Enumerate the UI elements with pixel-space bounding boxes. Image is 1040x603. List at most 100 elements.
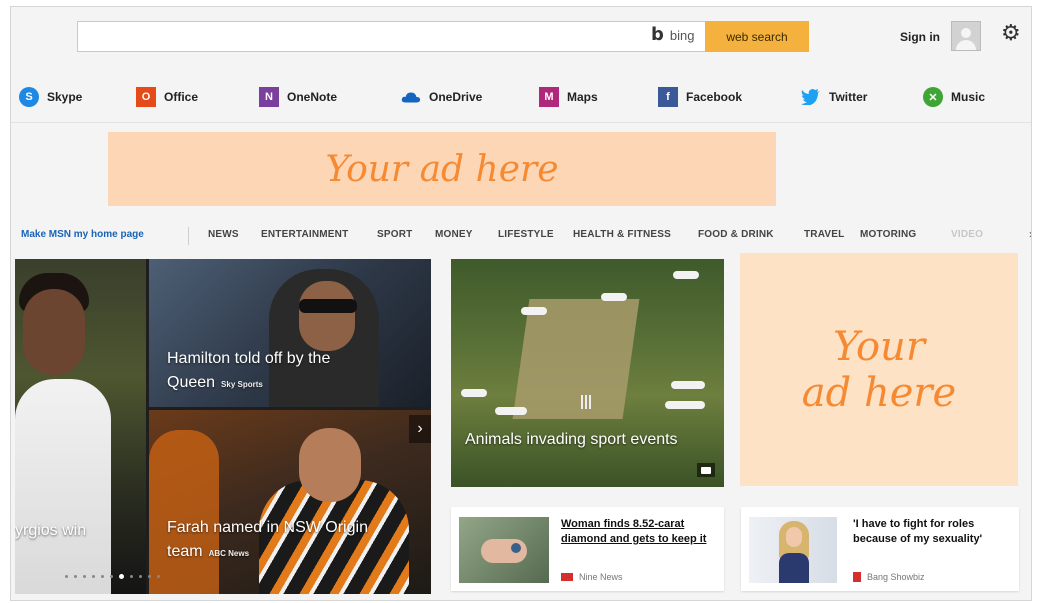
news-source-label: Nine News [579, 572, 623, 582]
news-headline[interactable]: 'I have to fight for roles because of my… [853, 517, 1013, 547]
facebook-icon: f [658, 87, 678, 107]
carousel-dot[interactable] [74, 575, 77, 578]
hero-headline: Queen [167, 374, 216, 391]
hero-image [23, 289, 85, 375]
bing-logo: b bing [651, 26, 694, 44]
web-search-button[interactable]: web search [705, 21, 809, 52]
hero-headline: team [167, 543, 203, 560]
carousel-dot[interactable] [92, 575, 95, 578]
hero-tile-kyrgios[interactable]: yrgios win [15, 259, 146, 594]
quicklink-onedrive[interactable]: OneDrive [401, 87, 482, 107]
nav-item-lifestyle[interactable]: LIFESTYLE [498, 229, 554, 240]
tile-image [495, 407, 527, 415]
nav-item-entertainment[interactable]: ENTERTAINMENT [261, 229, 348, 240]
quicklink-label: OneNote [287, 90, 338, 104]
news-card[interactable]: 'I have to fight for roles because of my… [741, 507, 1019, 591]
ad-text-line: Your [833, 323, 925, 370]
tile-image [581, 395, 583, 409]
ad-banner-top[interactable]: Your ad here [108, 132, 776, 206]
onedrive-icon [401, 87, 421, 107]
carousel-dot[interactable] [83, 575, 86, 578]
carousel-dot[interactable] [110, 575, 113, 578]
quicklink-label: Skype [47, 90, 83, 104]
carousel-dot[interactable] [130, 575, 133, 578]
hero-carousel: yrgios win Hamilton told off by the Quee… [15, 259, 431, 594]
office-icon: O [136, 87, 156, 107]
quicklink-onenote[interactable]: N OneNote [259, 87, 337, 107]
maps-icon: M [539, 87, 559, 107]
quicklink-label: OneDrive [429, 90, 483, 104]
news-thumbnail [459, 517, 549, 583]
tile-image [512, 299, 640, 419]
news-source: Bang Showbiz [853, 572, 925, 582]
quicklink-office[interactable]: O Office [136, 87, 198, 107]
hero-image [299, 281, 355, 351]
carousel-dot[interactable] [101, 575, 104, 578]
thumbnail-image [779, 553, 809, 583]
news-headline[interactable]: Woman finds 8.52-carat diamond and gets … [561, 517, 713, 547]
carousel-dot[interactable] [119, 574, 124, 579]
sign-in-link[interactable]: Sign in [900, 30, 940, 44]
quicklink-maps[interactable]: M Maps [539, 87, 598, 107]
bing-icon: b [651, 24, 664, 45]
ad-banner-side[interactable]: Your ad here [740, 253, 1018, 486]
msn-homepage: b bing web search Sign in ⚙ S Skype O Of… [10, 6, 1032, 601]
nine-news-logo-icon [561, 573, 573, 581]
thumbnail-image [786, 527, 802, 547]
hero-caption-kyrgios: yrgios win [15, 522, 87, 539]
avatar[interactable] [951, 21, 981, 51]
tile-animals-sport[interactable]: Animals invading sport events [451, 259, 724, 487]
ad-text: Your ad here [325, 148, 559, 190]
hero-headline: Hamilton told off by the [167, 350, 331, 367]
quicklink-label: Twitter [829, 90, 868, 104]
nav-item-money[interactable]: MONEY [435, 229, 473, 240]
carousel-dot[interactable] [139, 575, 142, 578]
hero-caption-farah: Farah named in NSW Origin team ABC News [167, 516, 368, 566]
nav-item-food-drink[interactable]: FOOD & DRINK [698, 229, 774, 240]
nav-item-travel[interactable]: TRAVEL [804, 229, 844, 240]
hero-tile-hamilton[interactable]: Hamilton told off by the Queen Sky Sports [149, 259, 431, 407]
quicklinks-bar: S Skype O Office N OneNote OneDrive M Ma… [11, 83, 1031, 123]
hero-image [299, 428, 361, 502]
news-card[interactable]: Woman finds 8.52-carat diamond and gets … [451, 507, 724, 591]
quicklink-music[interactable]: ✕ Music [923, 87, 985, 107]
hero-caption-hamilton: Hamilton told off by the Queen Sky Sports [167, 347, 330, 397]
tile-image [671, 381, 705, 389]
bing-label: bing [669, 27, 695, 43]
hero-image [15, 379, 111, 594]
tile-image [461, 389, 487, 397]
carousel-next-chevron-icon[interactable]: › [409, 415, 431, 443]
tile-image [601, 293, 627, 301]
quicklink-skype[interactable]: S Skype [19, 87, 82, 107]
xbox-music-icon: ✕ [923, 87, 943, 107]
quicklink-label: Maps [567, 90, 598, 104]
nav-item-health-fitness[interactable]: HEALTH & FITNESS [573, 229, 671, 240]
nav-more-chevron-icon[interactable]: › [1029, 227, 1031, 241]
nav-item-sport[interactable]: SPORT [377, 229, 412, 240]
thumbnail-image [481, 539, 527, 563]
news-source: Nine News [561, 572, 623, 582]
make-homepage-link[interactable]: Make MSN my home page [21, 229, 144, 240]
tile-caption: Animals invading sport events [465, 431, 678, 448]
hero-image [149, 430, 219, 594]
nav-item-motoring[interactable]: MOTORING [860, 229, 916, 240]
gear-icon[interactable]: ⚙ [1001, 23, 1021, 45]
search-input[interactable] [77, 21, 809, 52]
carousel-dot[interactable] [157, 575, 160, 578]
onenote-icon: N [259, 87, 279, 107]
carousel-dot[interactable] [65, 575, 68, 578]
nav-item-video[interactable]: VIDEO [951, 229, 983, 240]
camera-icon [697, 463, 715, 477]
ad-text-line: ad here [801, 369, 957, 416]
carousel-dots [65, 574, 160, 579]
hero-tile-farah[interactable]: Farah named in NSW Origin team ABC News [149, 410, 431, 594]
quicklink-facebook[interactable]: f Facebook [658, 87, 742, 107]
avatar-head [961, 28, 971, 38]
category-nav: Make MSN my home page NEWS ENTERTAINMENT… [11, 225, 1031, 247]
quicklink-label: Facebook [686, 90, 743, 104]
quicklink-twitter[interactable]: Twitter [801, 87, 867, 107]
hero-source: Sky Sports [221, 380, 263, 389]
nav-item-news[interactable]: NEWS [208, 229, 239, 240]
carousel-dot[interactable] [148, 575, 151, 578]
skype-icon: S [19, 87, 39, 107]
